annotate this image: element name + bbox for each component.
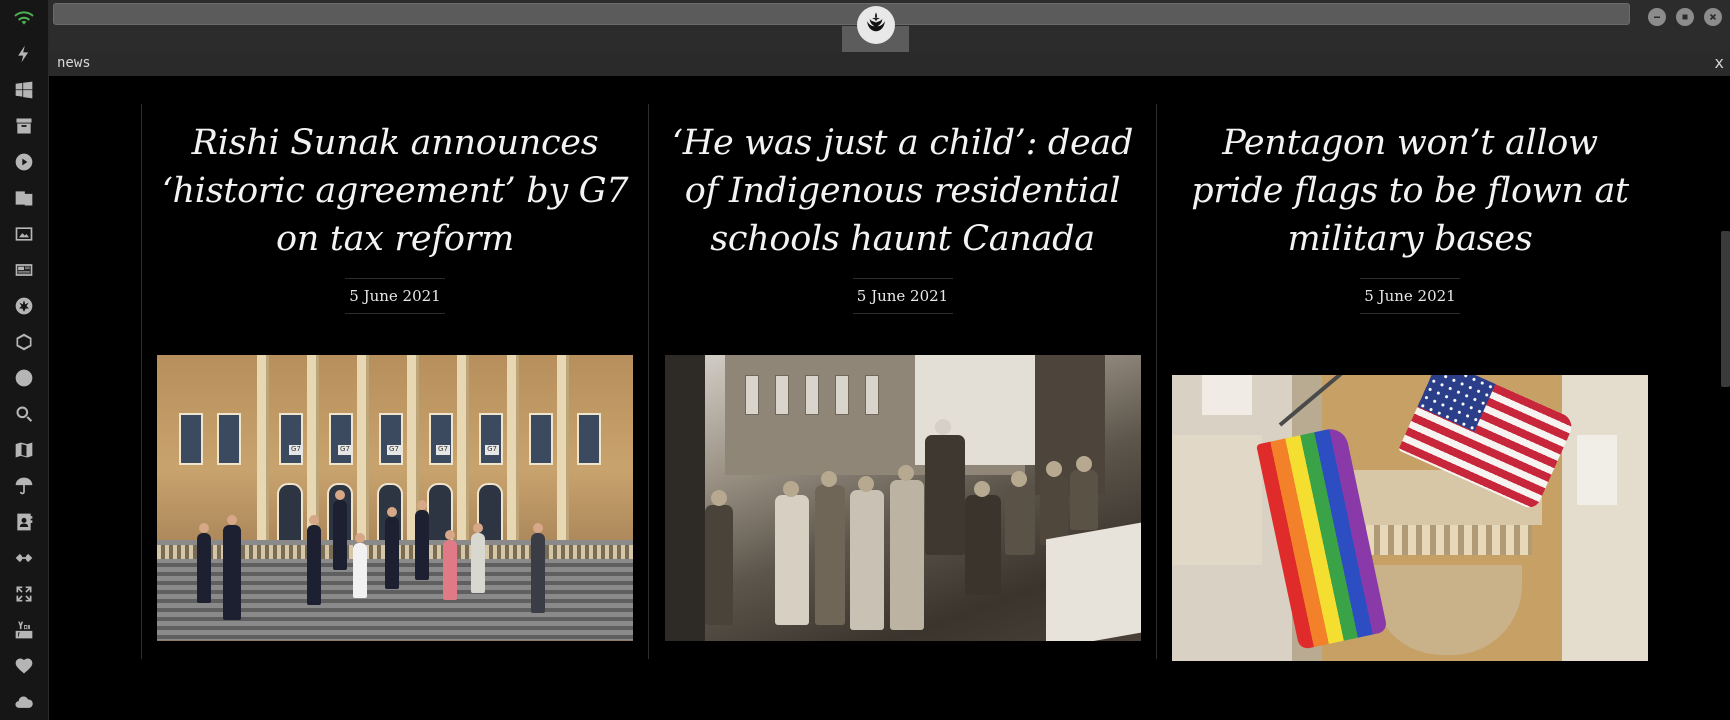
heart-icon[interactable]	[12, 654, 36, 678]
article-card[interactable]: Rishi Sunak announces ‘historic agreemen…	[141, 104, 648, 659]
article-headline[interactable]: ‘He was just a child’: dead of Indigenou…	[649, 119, 1156, 263]
contact-icon[interactable]	[12, 510, 36, 534]
hexagon-icon[interactable]	[12, 330, 36, 354]
translate-icon[interactable]	[12, 186, 36, 210]
search-icon[interactable]	[12, 402, 36, 426]
umbrella-icon[interactable]	[12, 474, 36, 498]
article-card[interactable]: ‘He was just a child’: dead of Indigenou…	[648, 104, 1156, 659]
maximize-button[interactable]	[1676, 8, 1694, 26]
close-panel-button[interactable]: x	[1714, 53, 1724, 72]
globe-icon[interactable]	[12, 366, 36, 390]
article-headline[interactable]: Rishi Sunak announces ‘historic agreemen…	[142, 119, 648, 263]
article-image[interactable]	[1172, 375, 1648, 661]
article-image[interactable]: G7 G7 G7 G7 G7	[157, 355, 633, 641]
logo-tab[interactable]	[840, 0, 910, 52]
rebel-icon[interactable]	[12, 294, 36, 318]
image-icon[interactable]	[12, 222, 36, 246]
wifi-icon[interactable]	[12, 6, 36, 30]
left-dock	[0, 0, 49, 720]
article-image[interactable]	[665, 355, 1141, 641]
g7-sign: G7	[289, 445, 303, 455]
panel-title: news	[57, 55, 91, 71]
article-card[interactable]: Pentagon won’t allow pride flags to be f…	[1156, 104, 1663, 661]
bolt-icon[interactable]	[12, 42, 36, 66]
windows-icon[interactable]	[12, 78, 36, 102]
cloud-icon[interactable]	[12, 690, 36, 714]
g7-sign: G7	[387, 445, 401, 455]
article-date: 5 June 2021	[852, 278, 953, 314]
top-bar	[49, 0, 1730, 53]
minimize-button[interactable]	[1648, 8, 1666, 26]
rebel-logo-icon	[857, 6, 895, 44]
youtube-icon[interactable]	[12, 618, 36, 642]
map-icon[interactable]	[12, 438, 36, 462]
scrollbar-thumb[interactable]	[1721, 231, 1730, 387]
g7-sign: G7	[436, 445, 450, 455]
link-icon[interactable]	[12, 546, 36, 570]
expand-icon[interactable]	[12, 582, 36, 606]
archive-icon[interactable]	[12, 114, 36, 138]
g7-sign-row: G7 G7 G7 G7 G7	[289, 445, 499, 455]
article-headline[interactable]: Pentagon won’t allow pride flags to be f…	[1157, 119, 1663, 263]
news-content: Rishi Sunak announces ‘historic agreemen…	[49, 76, 1730, 720]
panel-title-bar: news x	[49, 52, 1730, 76]
close-window-button[interactable]	[1704, 8, 1722, 26]
article-date: 5 June 2021	[345, 278, 445, 314]
newspaper-icon[interactable]	[12, 258, 36, 282]
play-icon[interactable]	[12, 150, 36, 174]
g7-sign: G7	[338, 445, 352, 455]
g7-sign: G7	[485, 445, 499, 455]
article-date: 5 June 2021	[1360, 278, 1460, 314]
